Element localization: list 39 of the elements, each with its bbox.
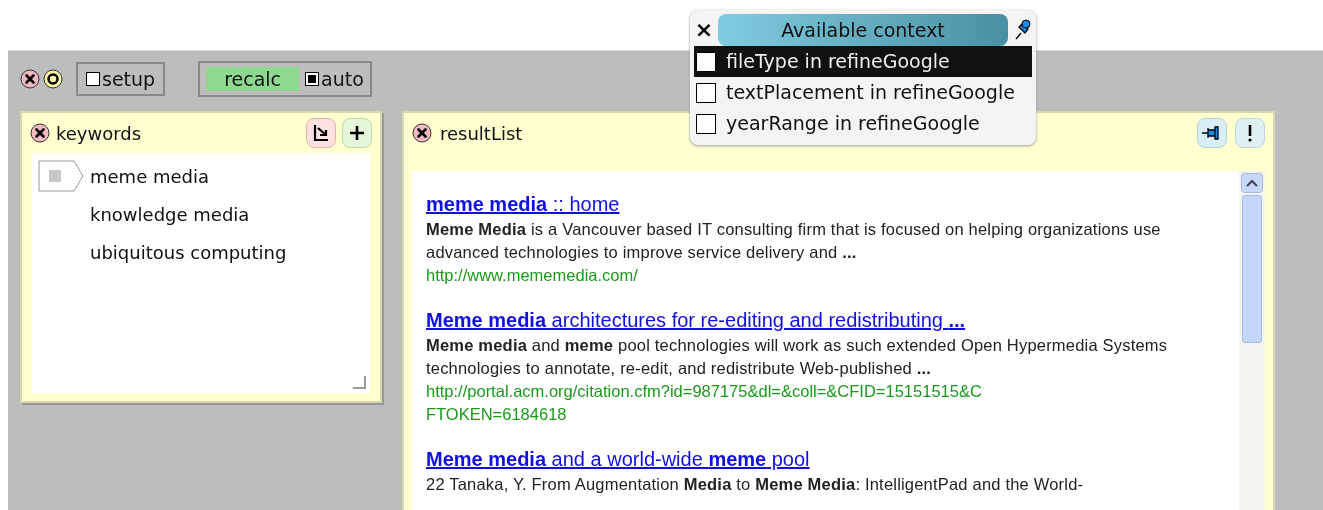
pin-button[interactable] (1197, 118, 1227, 148)
context-item[interactable]: yearRange in refineGoogle (694, 108, 1032, 139)
result-snippet: Meme Media is a Vancouver based IT consulting firm that is focused on helping organizations use advanced technologies to improve service delivery and ... (426, 219, 1162, 263)
result-link[interactable]: meme media :: home (426, 193, 620, 215)
alert-button[interactable] (1235, 118, 1265, 148)
close-button[interactable]: × (694, 19, 714, 41)
collapse-icon[interactable] (43, 69, 63, 89)
popup-title: Available context (718, 14, 1008, 46)
result-snippet: 22 Tanaka, Y. From Augmentation Media to Meme Media: IntelligentPad and the World- (426, 474, 1085, 495)
context-item[interactable]: fileType in refineGoogle (694, 46, 1032, 77)
recalc-button[interactable]: recalc (206, 67, 300, 91)
close-icon[interactable] (412, 123, 432, 143)
exclamation-icon (1247, 124, 1253, 142)
close-icon[interactable] (30, 123, 50, 143)
plus-icon (349, 125, 365, 141)
checkbox[interactable] (696, 51, 716, 72)
result-snippet: Meme media and meme pool technologies will work as such extended Open Hypermedia Systems technologies to annotate, re-edit, and redistribute Web-published ... (426, 335, 1169, 379)
arrow-into-corner-icon (312, 124, 330, 142)
checkbox[interactable] (696, 82, 716, 103)
setup-checkbox[interactable]: setup (76, 62, 166, 96)
resize-handle-icon[interactable] (352, 375, 366, 389)
scroll-up-icon[interactable] (1241, 173, 1263, 193)
keyword-item[interactable]: knowledge media (90, 200, 250, 228)
close-icon[interactable] (20, 69, 40, 89)
result-link[interactable]: Meme media and a world-wide meme pool (426, 448, 810, 470)
scrollbar[interactable] (1239, 171, 1265, 510)
panel-title: keywords (56, 121, 142, 146)
add-button[interactable] (342, 118, 372, 148)
result-url[interactable]: http://www.mememedia.com/ (426, 264, 986, 287)
checkbox[interactable] (696, 113, 716, 134)
keyword-item[interactable]: ubiquitous computing (90, 238, 287, 266)
auto-checkbox[interactable]: auto (305, 64, 364, 94)
scroll-thumb[interactable] (1242, 195, 1262, 343)
keyword-item[interactable]: meme media (90, 162, 209, 190)
import-button[interactable] (306, 118, 336, 148)
panel-title: resultList (440, 121, 523, 146)
context-item[interactable]: textPlacement in refineGoogle (694, 77, 1032, 108)
result-link[interactable]: Meme media architectures for re-editing and redistributing ... (426, 309, 966, 331)
result-url[interactable]: http://portal.acm.org/citation.cfm?id=987175&dl=&coll=&CFID=15151515&CFTOKEN=6184618 (426, 380, 986, 426)
